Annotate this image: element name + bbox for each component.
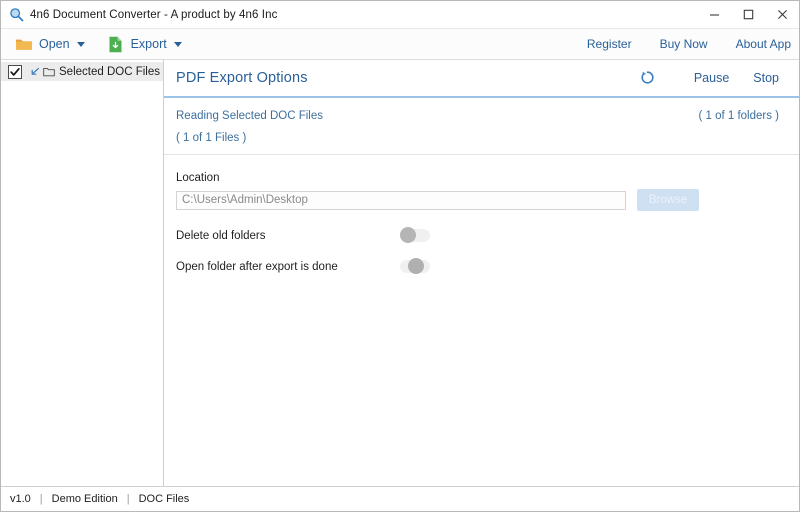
export-label: Export bbox=[131, 37, 167, 51]
open-label: Open bbox=[39, 37, 70, 51]
toolbar-links: Register Buy Now About App bbox=[559, 37, 791, 51]
minimize-button[interactable] bbox=[697, 1, 731, 28]
page-title: PDF Export Options bbox=[176, 70, 308, 86]
location-row: Browse bbox=[176, 189, 799, 211]
about-app-link[interactable]: About App bbox=[736, 37, 791, 51]
status-row-files: ( 1 of 1 Files ) bbox=[176, 132, 779, 144]
delete-old-folders-row: Delete old folders bbox=[176, 229, 799, 242]
application-window: 4n6 Document Converter - A product by 4n… bbox=[0, 0, 800, 512]
register-link[interactable]: Register bbox=[587, 37, 632, 51]
window-title: 4n6 Document Converter - A product by 4n… bbox=[30, 9, 277, 21]
title-bar: 4n6 Document Converter - A product by 4n… bbox=[1, 1, 799, 29]
folders-progress-text: ( 1 of 1 folders ) bbox=[698, 110, 779, 122]
panel-header-actions: Pause Stop bbox=[640, 70, 779, 86]
folder-icon bbox=[15, 35, 33, 53]
folder-outline-icon bbox=[42, 67, 55, 77]
status-separator: | bbox=[40, 493, 43, 505]
pause-button[interactable]: Pause bbox=[694, 71, 729, 85]
export-document-icon bbox=[107, 35, 125, 53]
file-tree-sidebar: Selected DOC Files (1) bbox=[1, 60, 164, 486]
chevron-down-icon[interactable] bbox=[174, 42, 182, 47]
tree-item-checkbox[interactable] bbox=[8, 65, 22, 79]
magnifier-icon bbox=[8, 7, 24, 23]
status-row-folders: Reading Selected DOC Files ( 1 of 1 fold… bbox=[176, 110, 779, 122]
reading-status-text: Reading Selected DOC Files bbox=[176, 110, 323, 122]
progress-status-block: Reading Selected DOC Files ( 1 of 1 fold… bbox=[164, 98, 799, 155]
panel-header: PDF Export Options Pause Stop bbox=[164, 60, 799, 98]
toggle-knob bbox=[400, 227, 416, 243]
file-type-label: DOC Files bbox=[139, 493, 190, 505]
location-label: Location bbox=[176, 172, 799, 184]
open-folder-after-export-label: Open folder after export is done bbox=[176, 261, 400, 273]
collapse-arrow-icon[interactable] bbox=[29, 67, 40, 77]
browse-button[interactable]: Browse bbox=[637, 189, 699, 211]
open-folder-after-export-toggle[interactable] bbox=[400, 260, 430, 273]
open-folder-after-export-row: Open folder after export is done bbox=[176, 260, 799, 273]
delete-old-folders-toggle[interactable] bbox=[400, 229, 430, 242]
main-toolbar: Open Export Register Buy Now About App bbox=[1, 29, 799, 60]
version-label: v1.0 bbox=[10, 493, 31, 505]
window-controls bbox=[697, 1, 799, 28]
files-progress-text: ( 1 of 1 Files ) bbox=[176, 132, 246, 144]
chevron-down-icon[interactable] bbox=[77, 42, 85, 47]
edition-label: Demo Edition bbox=[52, 493, 118, 505]
tree-item-selected-doc-files[interactable]: Selected DOC Files (1) bbox=[1, 62, 163, 81]
location-input[interactable] bbox=[176, 191, 626, 210]
stop-button[interactable]: Stop bbox=[753, 71, 779, 85]
export-options-panel: PDF Export Options Pause Stop Reading Se… bbox=[164, 60, 799, 486]
status-separator: | bbox=[127, 493, 130, 505]
open-button[interactable]: Open bbox=[11, 32, 89, 56]
toggle-knob bbox=[408, 258, 424, 274]
buy-now-link[interactable]: Buy Now bbox=[660, 37, 708, 51]
status-bar: v1.0 | Demo Edition | DOC Files bbox=[1, 486, 799, 511]
loading-spinner-icon bbox=[640, 70, 656, 86]
maximize-button[interactable] bbox=[731, 1, 765, 28]
content-area: Selected DOC Files (1) PDF Export Option… bbox=[1, 60, 799, 486]
delete-old-folders-label: Delete old folders bbox=[176, 230, 400, 242]
export-form: Location Browse Delete old folders Open … bbox=[164, 155, 799, 273]
tree-item-label: Selected DOC Files bbox=[59, 66, 160, 78]
close-button[interactable] bbox=[765, 1, 799, 28]
export-button[interactable]: Export bbox=[103, 32, 186, 56]
